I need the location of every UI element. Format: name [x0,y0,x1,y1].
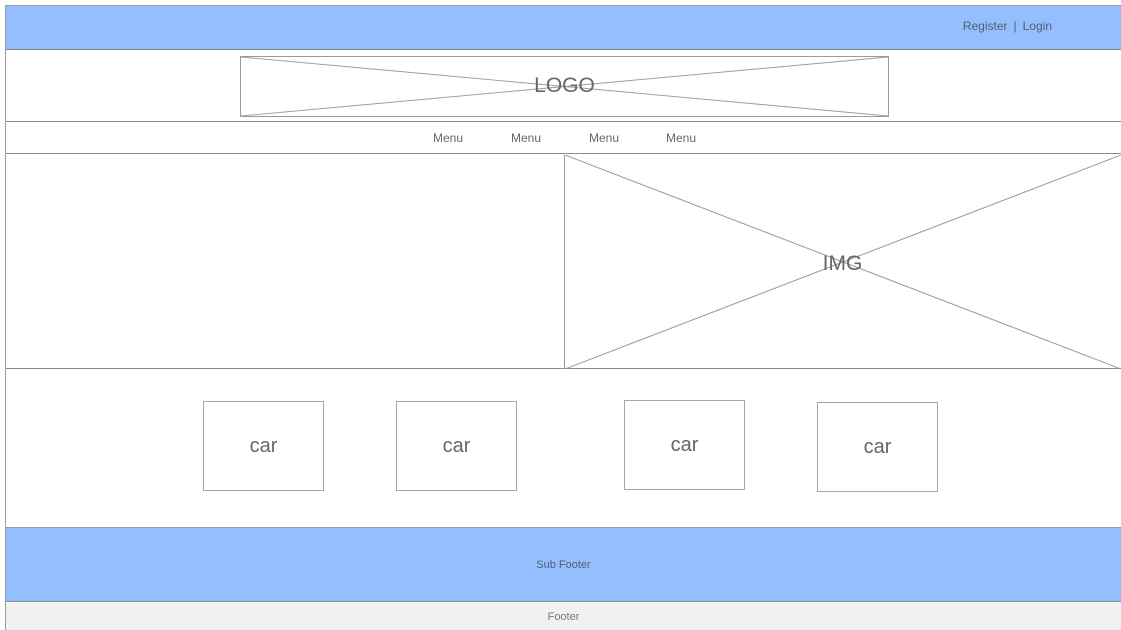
sub-footer-label: Sub Footer [536,558,591,571]
footer-label: Footer [547,610,580,623]
sub-footer: Sub Footer [6,528,1121,602]
car-card-label: car [442,434,471,457]
nav-menu-item-3[interactable]: Menu [589,131,619,145]
nav-menu-item-4[interactable]: Menu [666,131,696,145]
car-card-label: car [863,435,892,458]
footer: Footer [6,603,1121,630]
car-card-label: car [670,433,699,456]
car-card-1[interactable]: car [203,401,324,491]
register-link[interactable]: Register [963,19,1008,33]
nav-bar [6,123,1121,154]
car-card-2[interactable]: car [396,401,517,491]
auth-links: Register | Login [963,19,1052,33]
logo-label: LOGO [534,74,595,97]
login-link[interactable]: Login [1023,19,1052,33]
top-bar [6,6,1121,50]
car-card-3[interactable]: car [624,400,745,490]
hero-image-label: IMG [822,252,863,275]
car-card-label: car [249,434,278,457]
auth-separator: | [1013,19,1017,33]
nav-menu-item-1[interactable]: Menu [433,131,463,145]
nav-menu-item-2[interactable]: Menu [511,131,541,145]
car-card-4[interactable]: car [817,402,938,492]
